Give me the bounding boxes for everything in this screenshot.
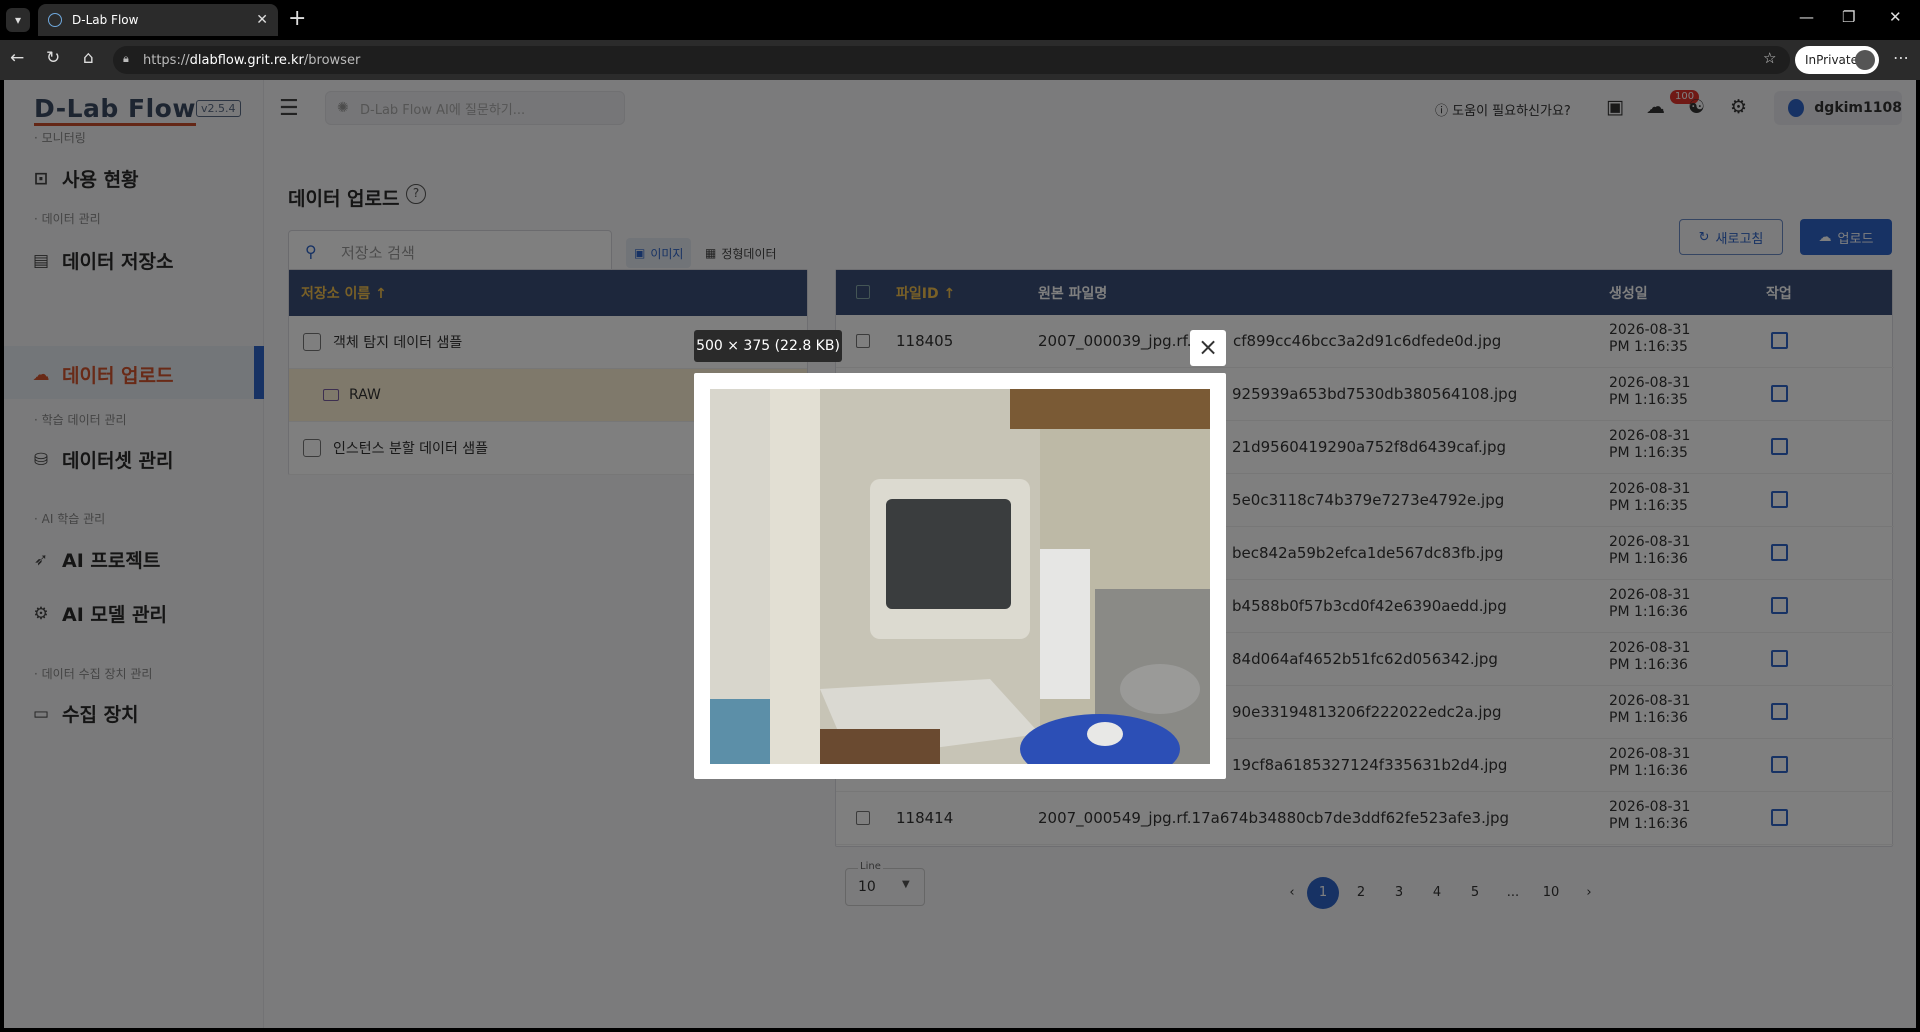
tab-close-icon[interactable]: ✕: [256, 12, 268, 28]
computer-desk-photo: [710, 389, 1210, 764]
favorite-star-icon[interactable]: ☆: [1763, 49, 1776, 67]
home-icon[interactable]: ⌂: [83, 48, 94, 68]
image-preview-modal: [694, 373, 1226, 779]
minimize-icon[interactable]: —: [1799, 8, 1814, 26]
tab-title: D-Lab Flow: [72, 13, 139, 27]
image-info-tooltip: 500 × 375 (22.8 KB): [694, 330, 842, 362]
window-close-icon[interactable]: ✕: [1889, 8, 1902, 26]
tab-actions-menu-icon[interactable]: ▾: [6, 8, 30, 32]
browser-menu-icon[interactable]: ⋯: [1893, 48, 1909, 67]
profile-avatar: [1855, 50, 1875, 70]
inprivate-label: InPrivate: [1805, 53, 1858, 67]
lock-icon: 🔒︎: [123, 52, 129, 65]
restore-icon[interactable]: ❐: [1842, 8, 1855, 26]
preview-image: [710, 389, 1210, 764]
bottom-edge: [0, 1028, 1920, 1032]
browser-tab[interactable]: D-Lab Flow ✕: [38, 4, 278, 36]
new-tab-icon[interactable]: +: [288, 6, 306, 31]
url-path: /browser: [303, 52, 361, 68]
url-scheme: https://: [143, 52, 190, 68]
url-host: dlabflow.grit.re.kr: [189, 52, 304, 68]
inprivate-badge[interactable]: InPrivate: [1795, 46, 1879, 74]
browser-tab-bar: ▾ D-Lab Flow ✕ + — ❐ ✕: [0, 0, 1920, 40]
site-favicon-icon: [48, 13, 62, 27]
url-field[interactable]: 🔒︎ https://dlabflow.grit.re.kr/browser: [113, 46, 1790, 74]
address-bar: ← ↻ ⌂ 🔒︎ https://dlabflow.grit.re.kr/bro…: [0, 40, 1920, 80]
reload-icon[interactable]: ↻: [46, 48, 60, 68]
close-icon[interactable]: ×: [1190, 330, 1226, 366]
back-icon[interactable]: ←: [10, 48, 24, 68]
